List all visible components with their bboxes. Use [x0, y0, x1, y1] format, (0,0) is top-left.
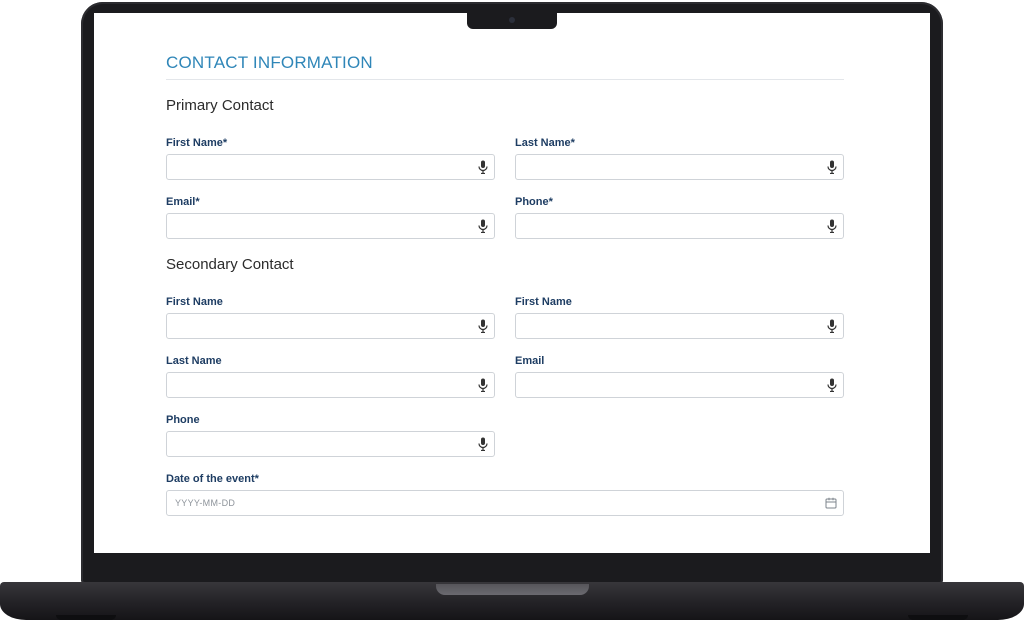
secondary-first-name-field-2[interactable]	[515, 313, 844, 339]
camera-icon	[509, 17, 515, 23]
secondary-phone-field[interactable]	[166, 431, 495, 457]
primary-contact-heading: Primary Contact	[166, 97, 274, 114]
event-date-label: Date of the event*	[166, 473, 259, 485]
primary-phone-label: Phone*	[515, 196, 553, 208]
primary-last-name-label: Last Name*	[515, 137, 575, 149]
secondary-contact-heading: Secondary Contact	[166, 256, 294, 273]
event-date-field[interactable]: YYYY-MM-DD	[166, 490, 844, 516]
camera-notch	[467, 12, 557, 29]
laptop-mockup: CONTACT INFORMATION Primary Contact Firs…	[0, 0, 1024, 624]
microphone-icon[interactable]	[826, 219, 838, 233]
secondary-email-label: Email	[515, 355, 545, 367]
section-divider	[166, 79, 844, 80]
microphone-icon[interactable]	[826, 378, 838, 392]
microphone-icon[interactable]	[826, 319, 838, 333]
primary-email-label: Email*	[166, 196, 200, 208]
primary-first-name-field[interactable]	[166, 154, 495, 180]
microphone-icon[interactable]	[826, 160, 838, 174]
secondary-first-name-label-2: First Name	[515, 296, 572, 308]
calendar-icon[interactable]	[825, 497, 837, 509]
laptop-foot-left	[56, 615, 116, 620]
primary-first-name-label: First Name*	[166, 137, 228, 149]
secondary-phone-label: Phone	[166, 414, 200, 426]
laptop-foot-right	[908, 615, 968, 620]
microphone-icon[interactable]	[477, 160, 489, 174]
primary-phone-field[interactable]	[515, 213, 844, 239]
primary-last-name-field[interactable]	[515, 154, 844, 180]
laptop-screen: CONTACT INFORMATION Primary Contact Firs…	[94, 13, 930, 553]
primary-email-field[interactable]	[166, 213, 495, 239]
microphone-icon[interactable]	[477, 437, 489, 451]
section-title: CONTACT INFORMATION	[166, 53, 373, 72]
secondary-first-name-label: First Name	[166, 296, 223, 308]
microphone-icon[interactable]	[477, 319, 489, 333]
laptop-opening-notch	[436, 584, 589, 595]
secondary-first-name-field[interactable]	[166, 313, 495, 339]
microphone-icon[interactable]	[477, 219, 489, 233]
secondary-last-name-field[interactable]	[166, 372, 495, 398]
secondary-last-name-label: Last Name	[166, 355, 222, 367]
microphone-icon[interactable]	[477, 378, 489, 392]
secondary-email-field[interactable]	[515, 372, 844, 398]
event-date-placeholder: YYYY-MM-DD	[175, 498, 236, 508]
